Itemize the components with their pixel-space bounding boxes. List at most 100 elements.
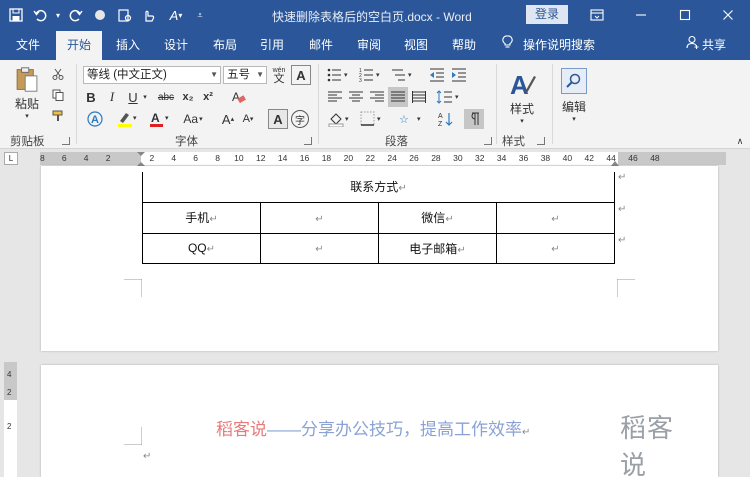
save-icon[interactable] bbox=[6, 5, 26, 25]
tab-layout[interactable]: 布局 bbox=[203, 31, 247, 60]
styles-button[interactable]: A 样式 ▾ bbox=[503, 64, 541, 130]
undo-dropdown-icon[interactable]: ▾ bbox=[54, 5, 62, 25]
cut-icon[interactable] bbox=[50, 66, 66, 82]
table-header-cell[interactable]: 联系方式↵ bbox=[142, 172, 615, 203]
ruler-number: 8 bbox=[40, 153, 45, 163]
paste-button[interactable]: 粘贴 ▾ bbox=[10, 66, 44, 120]
numbering-icon[interactable]: 1 2 3 ▾ bbox=[358, 66, 384, 84]
paragraph-launcher-icon[interactable] bbox=[484, 137, 492, 145]
asian-layout-icon[interactable]: ☆ ▾ bbox=[396, 110, 426, 128]
table-cell[interactable]: ↵ bbox=[260, 232, 379, 264]
tab-selector-button[interactable]: L bbox=[4, 152, 18, 165]
tab-insert[interactable]: 插入 bbox=[106, 31, 150, 60]
enclose-characters-button[interactable]: 字 bbox=[291, 110, 309, 128]
horizontal-ruler[interactable]: 8 6 4 2 2 4 6 8 10 12 14 16 18 20 22 24 26 28 30 32 34 36 38 40… bbox=[40, 152, 726, 166]
svg-text:Z: Z bbox=[438, 121, 443, 127]
empty-paragraph-mark[interactable]: ↵ bbox=[143, 451, 151, 462]
tell-me-search[interactable]: 操作说明搜索 bbox=[502, 31, 595, 60]
table-cell[interactable]: ↵ bbox=[260, 201, 379, 234]
strikethrough-button[interactable]: abc bbox=[155, 88, 177, 106]
increase-indent-icon[interactable] bbox=[450, 66, 468, 84]
record-icon[interactable] bbox=[90, 5, 110, 25]
change-case-button[interactable]: Aa ▾ bbox=[178, 109, 208, 129]
maximize-icon[interactable] bbox=[674, 4, 696, 26]
shading-icon[interactable]: ▾ bbox=[326, 110, 354, 128]
sort-icon[interactable]: AZ bbox=[436, 109, 456, 129]
multilevel-list-icon[interactable]: ▾ bbox=[390, 66, 416, 84]
vertical-ruler[interactable]: 4 2 2 bbox=[4, 362, 17, 477]
line-spacing-icon[interactable]: ▾ bbox=[434, 88, 464, 106]
tab-view[interactable]: 视图 bbox=[394, 31, 438, 60]
print-preview-icon[interactable] bbox=[114, 5, 134, 25]
change-case-label: Aa bbox=[183, 112, 199, 126]
italic-button[interactable]: I bbox=[104, 88, 120, 106]
redo-icon[interactable] bbox=[66, 5, 86, 25]
borders-icon[interactable]: ▾ bbox=[358, 110, 386, 128]
text-effects-icon[interactable]: A bbox=[83, 109, 107, 129]
vruler-number: 2 bbox=[7, 388, 12, 397]
character-border-button[interactable]: A bbox=[291, 65, 311, 85]
highlight-color-icon[interactable]: ▾ bbox=[114, 109, 142, 129]
shrink-font-button[interactable]: A ▾ bbox=[240, 109, 256, 129]
font-size-combo[interactable]: 五号 ▼ bbox=[223, 66, 267, 84]
superscript-button[interactable]: x² bbox=[199, 88, 217, 106]
table-row: 手机↵ ↵ 微信↵ ↵ bbox=[142, 201, 615, 234]
phonetic-guide-button[interactable]: wén 文 bbox=[269, 65, 289, 85]
tab-references[interactable]: 引用 bbox=[250, 31, 294, 60]
font-launcher-icon[interactable] bbox=[304, 137, 312, 145]
ruler-number: 10 bbox=[234, 153, 244, 163]
table-cell[interactable]: 手机↵ bbox=[142, 201, 261, 234]
format-painter-icon[interactable] bbox=[50, 108, 66, 124]
bullets-icon[interactable]: ▾ bbox=[326, 66, 352, 84]
customize-toolbar-icon[interactable]: ⩡ bbox=[194, 5, 206, 25]
distributed-icon[interactable] bbox=[410, 88, 428, 106]
share-button[interactable]: 共享 bbox=[686, 31, 726, 60]
align-right-icon[interactable] bbox=[368, 88, 386, 106]
contact-table[interactable]: 联系方式↵ 手机↵ ↵ 微信↵ ↵ QQ↵ ↵ 电子邮箱↵ ↵ bbox=[142, 172, 615, 264]
tab-help[interactable]: 帮助 bbox=[442, 31, 486, 60]
underline-dropdown-icon[interactable]: ▾ bbox=[141, 90, 149, 104]
decrease-indent-icon[interactable] bbox=[428, 66, 446, 84]
crop-mark-icon bbox=[617, 279, 635, 297]
indent-marker-icon[interactable] bbox=[136, 152, 146, 166]
close-icon[interactable] bbox=[717, 4, 739, 26]
align-center-icon[interactable] bbox=[347, 88, 365, 106]
table-cell[interactable]: ↵ bbox=[496, 201, 615, 234]
undo-icon[interactable] bbox=[30, 5, 50, 25]
justify-icon[interactable] bbox=[388, 87, 408, 107]
touch-mode-icon[interactable] bbox=[138, 5, 158, 25]
styles-launcher-icon[interactable] bbox=[537, 137, 545, 145]
underline-button[interactable]: U bbox=[125, 88, 141, 106]
table-cell[interactable]: 电子邮箱↵ bbox=[378, 232, 497, 264]
bold-button[interactable]: B bbox=[83, 88, 99, 106]
right-indent-marker-icon[interactable] bbox=[610, 158, 620, 166]
document-page-1[interactable]: 联系方式↵ 手机↵ ↵ 微信↵ ↵ QQ↵ ↵ 电子邮箱↵ ↵ ↵ ↵ ↵ bbox=[41, 166, 718, 351]
minimize-icon[interactable] bbox=[630, 4, 652, 26]
vruler-number: 2 bbox=[7, 422, 12, 431]
ribbon-display-icon[interactable] bbox=[586, 4, 608, 26]
editing-dropdown-icon: ▾ bbox=[572, 115, 576, 123]
tab-design[interactable]: 设计 bbox=[154, 31, 198, 60]
character-shading-button[interactable]: A bbox=[268, 109, 288, 129]
tab-mailings[interactable]: 邮件 bbox=[299, 31, 343, 60]
table-cell[interactable]: ↵ bbox=[496, 232, 615, 264]
tab-file[interactable]: 文件 bbox=[6, 31, 50, 60]
table-cell[interactable]: QQ↵ bbox=[142, 232, 261, 264]
styles-label: 样式 bbox=[509, 101, 534, 116]
table-cell[interactable]: 微信↵ bbox=[378, 201, 497, 234]
copy-icon[interactable] bbox=[50, 87, 66, 103]
text-effects-icon[interactable]: A ▾ bbox=[162, 5, 190, 25]
clear-formatting-icon[interactable]: A bbox=[228, 87, 248, 107]
tab-home[interactable]: 开始 bbox=[56, 31, 102, 60]
login-button[interactable]: 登录 bbox=[526, 5, 568, 24]
font-color-icon[interactable]: A ▾ bbox=[146, 109, 174, 129]
grow-font-button[interactable]: A ▴ bbox=[220, 109, 236, 129]
editing-button[interactable]: 编辑 ▾ bbox=[556, 64, 592, 126]
tab-review[interactable]: 审阅 bbox=[347, 31, 391, 60]
collapse-ribbon-icon[interactable]: ∧ bbox=[734, 136, 746, 146]
clipboard-launcher-icon[interactable] bbox=[62, 137, 70, 145]
font-name-combo[interactable]: 等线 (中文正文) ▼ bbox=[83, 66, 221, 84]
show-marks-icon[interactable] bbox=[464, 109, 484, 129]
subscript-button[interactable]: x₂ bbox=[179, 88, 197, 106]
align-left-icon[interactable] bbox=[326, 88, 344, 106]
